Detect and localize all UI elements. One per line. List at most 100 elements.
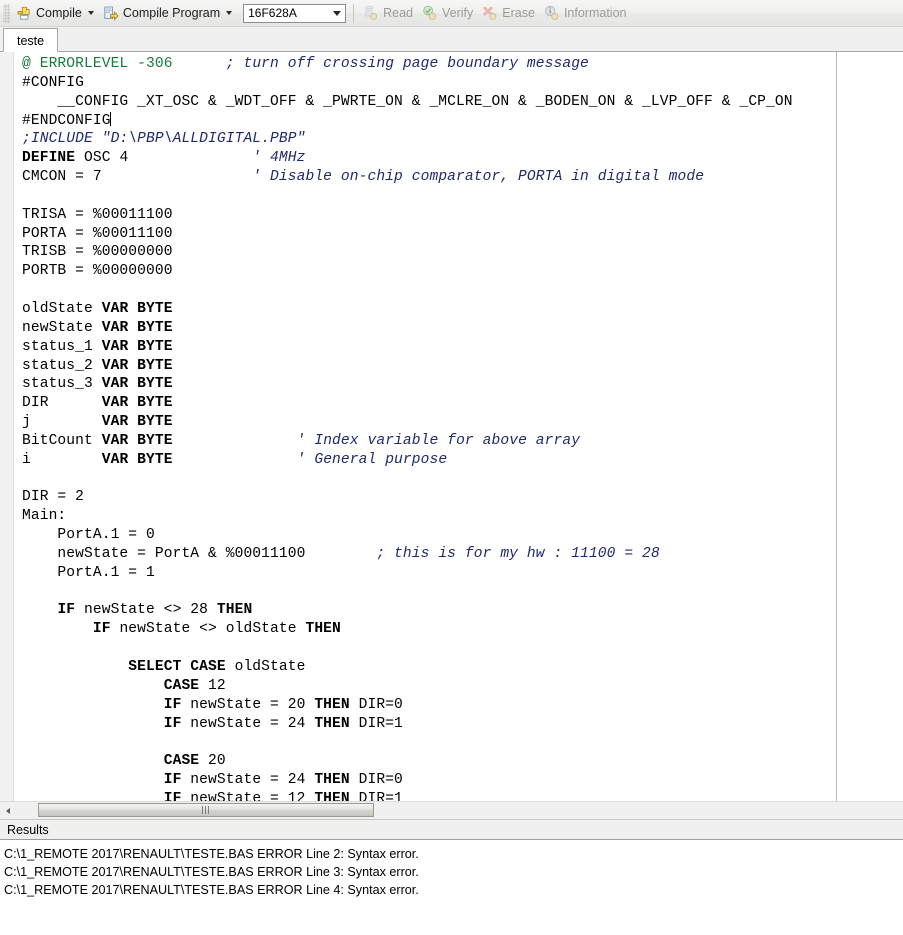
code-line: IF newState <> 28 THEN [22,602,252,618]
code-token: newState = 20 [181,696,315,713]
code-token: SELECT CASE [128,659,226,675]
code-token: THEN [305,621,341,638]
code-line: j VAR BYTE [22,414,173,430]
code-token: BitCount [22,432,102,449]
code-token: IF [163,696,182,713]
code-token: CMCON = 7 [22,169,253,186]
code-token: newState = 24 [181,772,315,789]
code-token: status_2 [22,357,102,374]
information-button[interactable]: Information [540,1,632,26]
grip-ridges-icon [202,806,210,814]
verify-button[interactable]: Verify [418,1,478,26]
code-line: PortA.1 = 1 [22,565,155,581]
code-token: ' 4MHz [252,150,306,167]
code-line: PORTA = %00011100 [22,226,173,242]
code-editor[interactable]: @ ERRORLEVEL -306 ; turn off crossing pa… [0,52,903,801]
code-line: DIR = 2 [22,489,84,505]
erase-icon [482,5,498,21]
results-error-line[interactable]: C:\1_REMOTE 2017\RENAULT\TESTE.BAS ERROR… [4,845,903,863]
results-error-line[interactable]: C:\1_REMOTE 2017\RENAULT\TESTE.BAS ERROR… [4,881,903,899]
code-token: TRISA = %00011100 [22,206,173,223]
information-icon [544,5,560,21]
compile-button-label: Compile [36,6,82,20]
code-token: IF [163,772,182,789]
code-line: #CONFIG [22,75,84,91]
code-token: oldState [225,659,306,675]
scrollbar-thumb[interactable] [38,803,374,817]
code-token: ' Disable on-chip comparator, PORTA in d… [252,169,705,186]
code-token: i [22,451,102,468]
code-token: VAR BYTE [101,451,173,468]
results-panel-body[interactable]: C:\1_REMOTE 2017\RENAULT\TESTE.BAS ERROR… [0,840,903,935]
code-line: IF newState = 24 THEN DIR=1 [22,716,403,732]
editor-horizontal-scrollbar[interactable] [0,801,903,819]
code-token: ; turn off crossing page boundary messag… [225,56,589,72]
code-line: __CONFIG _XT_OSC & _WDT_OFF & _PWRTE_ON … [22,94,793,110]
compile-program-button-label: Compile Program [122,6,221,20]
chevron-down-icon[interactable] [226,11,233,15]
read-document-icon [363,5,379,21]
code-token: 12 [199,677,226,694]
tab-teste[interactable]: teste [3,28,59,52]
results-panel-header: Results [0,819,903,840]
code-token: DIR [22,395,102,412]
code-token: newState = 12 [181,790,315,801]
toolbar-drag-grip[interactable] [3,3,10,23]
code-token: THEN [314,772,350,789]
editor-code-area[interactable]: @ ERRORLEVEL -306 ; turn off crossing pa… [14,52,903,801]
code-token: VAR BYTE [101,376,173,393]
chevron-down-icon[interactable] [328,5,345,22]
code-token: TRISB = %00000000 [22,244,173,261]
code-token: IF [92,621,111,638]
source-code-text[interactable]: @ ERRORLEVEL -306 ; turn off crossing pa… [14,52,903,801]
code-line: IF newState = 12 THEN DIR=1 [22,791,403,801]
chevron-left-icon[interactable] [0,803,16,819]
code-line: SELECT CASE oldState [22,659,305,675]
scrollbar-track[interactable] [16,802,903,819]
code-token: DIR=0 [349,772,403,789]
code-token: VAR BYTE [101,338,173,355]
tab-label: teste [17,34,45,48]
verify-check-icon [422,5,438,21]
code-token: VAR BYTE [101,357,173,374]
compile-program-arrow-icon [103,5,119,21]
code-token: ' General purpose [296,451,448,468]
compile-program-button[interactable]: Compile Program [99,1,237,26]
code-line: #ENDCONFIG [22,111,111,129]
code-token: DIR=0 [349,696,403,713]
code-token: IF [163,715,182,732]
code-token: VAR BYTE [101,414,173,431]
code-token: DIR=1 [349,715,403,732]
code-token: newState = PortA & %00011100 [22,545,377,562]
right-margin-guide [836,52,837,801]
code-token: status_1 [22,338,102,355]
results-title: Results [7,822,49,837]
code-line: PortA.1 = 0 [22,527,155,543]
erase-button[interactable]: Erase [478,1,540,26]
read-button[interactable]: Read [359,1,418,26]
code-token: VAR BYTE [101,395,173,412]
code-token: IF [163,790,182,801]
code-token: ;INCLUDE "D:\PBP\ALLDIGITAL.PBP" [22,131,306,148]
chip-select-dropdown[interactable]: 16F628A [243,3,347,23]
code-token: PortA.1 = 1 [22,564,155,581]
editor-tab-strip: teste [0,27,903,52]
code-token: oldState [22,300,102,317]
results-error-line[interactable]: C:\1_REMOTE 2017\RENAULT\TESTE.BAS ERROR… [4,863,903,881]
chevron-down-icon[interactable] [87,11,94,15]
code-line: CASE 12 [22,678,226,694]
code-line: DEFINE OSC 4 ' 4MHz [22,150,305,166]
compile-button[interactable]: Compile [12,1,99,26]
editor-gutter [0,52,14,801]
erase-button-label: Erase [502,6,535,20]
code-line: TRISB = %00000000 [22,244,173,260]
